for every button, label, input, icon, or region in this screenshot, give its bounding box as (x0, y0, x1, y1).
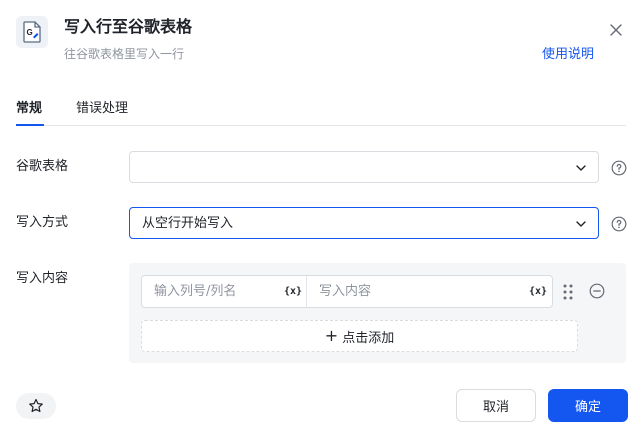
variable-button[interactable]: {x} (284, 285, 302, 298)
sheet-select[interactable] (129, 151, 599, 183)
dialog-title: 写入行至谷歌表格 (64, 17, 193, 36)
chevron-down-icon (576, 221, 586, 227)
content-label: 写入内容 (16, 271, 69, 286)
write-mode-select[interactable]: 从空行开始写入 (129, 207, 599, 239)
google-sheets-icon: G (16, 16, 48, 48)
variable-button[interactable]: {x} (529, 285, 547, 298)
help-icon[interactable] (611, 216, 627, 232)
add-row-label: 点击添加 (342, 330, 395, 346)
write-mode-label: 写入方式 (16, 215, 69, 230)
active-tab-indicator (16, 124, 44, 126)
cancel-button[interactable]: 取消 (456, 389, 536, 422)
plus-icon: + (324, 326, 339, 345)
confirm-button[interactable]: 确定 (548, 389, 628, 422)
help-icon[interactable] (611, 160, 627, 176)
add-row-button[interactable]: + 点击添加 (141, 320, 578, 352)
star-icon (29, 398, 43, 413)
tab-general[interactable]: 常规 (16, 100, 42, 118)
drag-handle-icon[interactable] (561, 283, 575, 301)
tab-bar: 常规 错误处理 (16, 96, 626, 126)
remove-circle-icon[interactable] (589, 283, 605, 299)
close-icon[interactable] (606, 20, 626, 40)
column-cell: {x} (142, 276, 307, 307)
content-row: {x} {x} (141, 275, 553, 308)
value-input[interactable] (319, 282, 429, 300)
tab-error-handling[interactable]: 错误处理 (76, 100, 128, 118)
favorite-button[interactable] (16, 393, 56, 419)
svg-text:G: G (27, 28, 33, 37)
sheet-label: 谷歌表格 (16, 159, 69, 174)
help-link[interactable]: 使用说明 (542, 46, 594, 64)
content-editor: {x} {x} + 点击添加 (129, 263, 626, 363)
chevron-down-icon (576, 165, 586, 171)
column-input[interactable] (154, 282, 264, 300)
dialog-subtitle: 往谷歌表格里写入一行 (64, 47, 185, 61)
value-cell: {x} (307, 276, 552, 307)
write-mode-value: 从空行开始写入 (142, 216, 234, 231)
